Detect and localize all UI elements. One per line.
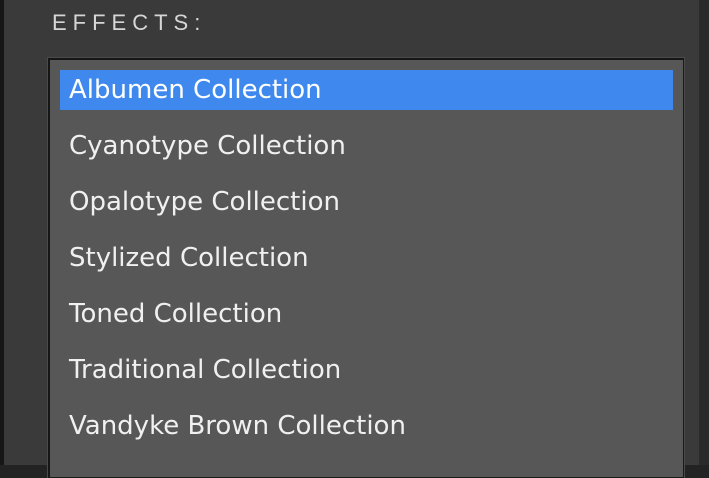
effects-list: Albumen Collection Cyanotype Collection … [60,70,673,462]
effects-panel: EFFECTS: Albumen Collection Cyanotype Co… [0,0,709,478]
effect-item-label: Traditional Collection [69,355,342,385]
effect-item-stylized[interactable]: Stylized Collection [60,238,673,278]
effect-item-opalotype[interactable]: Opalotype Collection [60,182,673,222]
effect-item-cyanotype[interactable]: Cyanotype Collection [60,126,673,166]
effect-item-vandyke-brown[interactable]: Vandyke Brown Collection [60,406,673,446]
effect-item-label: Vandyke Brown Collection [69,411,406,441]
effects-section-label: EFFECTS: [52,10,207,35]
effect-item-toned[interactable]: Toned Collection [60,294,673,334]
effect-item-label: Cyanotype Collection [69,131,346,161]
effect-item-label: Opalotype Collection [69,187,340,217]
effect-item-label: Albumen Collection [69,75,322,105]
effect-item-traditional[interactable]: Traditional Collection [60,350,673,390]
panel-right-edge [699,0,709,465]
effects-listbox[interactable]: Albumen Collection Cyanotype Collection … [47,57,685,478]
effect-item-label: Stylized Collection [69,243,309,273]
effect-item-albumen[interactable]: Albumen Collection [60,70,673,110]
effect-item-label: Toned Collection [69,299,283,329]
